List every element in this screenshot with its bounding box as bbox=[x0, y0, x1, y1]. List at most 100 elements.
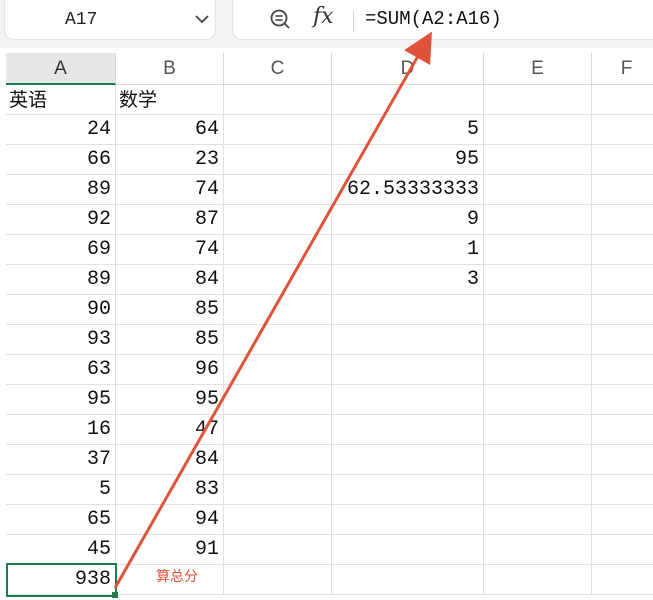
cell-f6[interactable] bbox=[592, 235, 653, 265]
cell-a15[interactable]: 65 bbox=[6, 505, 116, 535]
cell-c9[interactable] bbox=[224, 325, 332, 355]
cell-a3[interactable]: 66 bbox=[6, 145, 116, 175]
cell-a9[interactable]: 93 bbox=[6, 325, 116, 355]
cell-b7[interactable]: 84 bbox=[116, 265, 224, 295]
cell-f11[interactable] bbox=[592, 385, 653, 415]
cell-b3[interactable]: 23 bbox=[116, 145, 224, 175]
cell-e14[interactable] bbox=[484, 475, 592, 505]
cell-a11[interactable]: 95 bbox=[6, 385, 116, 415]
cell-c1[interactable] bbox=[224, 85, 332, 115]
cell-b4[interactable]: 74 bbox=[116, 175, 224, 205]
cell-d2[interactable]: 5 bbox=[332, 115, 484, 145]
cell-d11[interactable] bbox=[332, 385, 484, 415]
cell-e6[interactable] bbox=[484, 235, 592, 265]
cell-c16[interactable] bbox=[224, 535, 332, 565]
cell-f3[interactable] bbox=[592, 145, 653, 175]
column-header-a[interactable]: A bbox=[6, 53, 116, 85]
cell-c5[interactable] bbox=[224, 205, 332, 235]
cell-d16[interactable] bbox=[332, 535, 484, 565]
cell-d4[interactable]: 62.53333333 bbox=[332, 175, 484, 205]
spreadsheet-grid[interactable]: A B C D E F 英语 数学 24 64 5 66 23 95 89 74 62.53333333 92 87… bbox=[0, 48, 653, 600]
cell-c14[interactable] bbox=[224, 475, 332, 505]
cell-b14[interactable]: 83 bbox=[116, 475, 224, 505]
cell-c10[interactable] bbox=[224, 355, 332, 385]
zoom-icon[interactable] bbox=[269, 8, 291, 30]
cell-d7[interactable]: 3 bbox=[332, 265, 484, 295]
cell-b9[interactable]: 85 bbox=[116, 325, 224, 355]
cell-f2[interactable] bbox=[592, 115, 653, 145]
cell-f15[interactable] bbox=[592, 505, 653, 535]
cell-b6[interactable]: 74 bbox=[116, 235, 224, 265]
cell-c13[interactable] bbox=[224, 445, 332, 475]
cell-c8[interactable] bbox=[224, 295, 332, 325]
cell-c3[interactable] bbox=[224, 145, 332, 175]
cell-b13[interactable]: 84 bbox=[116, 445, 224, 475]
cell-a4[interactable]: 89 bbox=[6, 175, 116, 205]
column-header-f[interactable]: F bbox=[592, 53, 653, 85]
cell-e10[interactable] bbox=[484, 355, 592, 385]
cell-d6[interactable]: 1 bbox=[332, 235, 484, 265]
cell-e5[interactable] bbox=[484, 205, 592, 235]
column-header-c[interactable]: C bbox=[224, 53, 332, 85]
cell-b12[interactable]: 47 bbox=[116, 415, 224, 445]
cell-a5[interactable]: 92 bbox=[6, 205, 116, 235]
cell-c7[interactable] bbox=[224, 265, 332, 295]
formula-input[interactable]: =SUM(A2:A16) bbox=[365, 8, 502, 30]
cell-d8[interactable] bbox=[332, 295, 484, 325]
cell-d1[interactable] bbox=[332, 85, 484, 115]
cell-a16[interactable]: 45 bbox=[6, 535, 116, 565]
cell-c12[interactable] bbox=[224, 415, 332, 445]
cell-d3[interactable]: 95 bbox=[332, 145, 484, 175]
cell-f14[interactable] bbox=[592, 475, 653, 505]
cell-f8[interactable] bbox=[592, 295, 653, 325]
name-box[interactable]: A17 bbox=[4, 0, 216, 40]
cell-a14[interactable]: 5 bbox=[6, 475, 116, 505]
cell-d14[interactable] bbox=[332, 475, 484, 505]
cell-b5[interactable]: 87 bbox=[116, 205, 224, 235]
cell-b11[interactable]: 95 bbox=[116, 385, 224, 415]
column-header-d[interactable]: D bbox=[332, 53, 484, 85]
column-header-b[interactable]: B bbox=[116, 53, 224, 85]
cell-b10[interactable]: 96 bbox=[116, 355, 224, 385]
cell-a8[interactable]: 90 bbox=[6, 295, 116, 325]
cell-e8[interactable] bbox=[484, 295, 592, 325]
cell-d9[interactable] bbox=[332, 325, 484, 355]
cell-b2[interactable]: 64 bbox=[116, 115, 224, 145]
cell-e13[interactable] bbox=[484, 445, 592, 475]
formula-box[interactable]: fx =SUM(A2:A16) bbox=[232, 0, 653, 40]
cell-e3[interactable] bbox=[484, 145, 592, 175]
column-header-e[interactable]: E bbox=[484, 53, 592, 85]
cell-b8[interactable]: 85 bbox=[116, 295, 224, 325]
cell-e4[interactable] bbox=[484, 175, 592, 205]
cell-e9[interactable] bbox=[484, 325, 592, 355]
cell-e17[interactable] bbox=[484, 565, 592, 595]
cell-d13[interactable] bbox=[332, 445, 484, 475]
cell-f13[interactable] bbox=[592, 445, 653, 475]
cell-a6[interactable]: 69 bbox=[6, 235, 116, 265]
cell-b1[interactable]: 数学 bbox=[116, 85, 224, 115]
cell-e12[interactable] bbox=[484, 415, 592, 445]
chevron-down-icon[interactable] bbox=[195, 14, 209, 24]
cell-f5[interactable] bbox=[592, 205, 653, 235]
cell-e7[interactable] bbox=[484, 265, 592, 295]
cell-c2[interactable] bbox=[224, 115, 332, 145]
cell-a7[interactable]: 89 bbox=[6, 265, 116, 295]
cell-e11[interactable] bbox=[484, 385, 592, 415]
cell-f7[interactable] bbox=[592, 265, 653, 295]
cell-c17[interactable] bbox=[224, 565, 332, 595]
cell-b16[interactable]: 91 bbox=[116, 535, 224, 565]
cell-f4[interactable] bbox=[592, 175, 653, 205]
cell-d15[interactable] bbox=[332, 505, 484, 535]
cell-d12[interactable] bbox=[332, 415, 484, 445]
cell-b15[interactable]: 94 bbox=[116, 505, 224, 535]
cell-e16[interactable] bbox=[484, 535, 592, 565]
cell-f1[interactable] bbox=[592, 85, 653, 115]
cell-d5[interactable]: 9 bbox=[332, 205, 484, 235]
cell-c6[interactable] bbox=[224, 235, 332, 265]
cell-c15[interactable] bbox=[224, 505, 332, 535]
cell-a2[interactable]: 24 bbox=[6, 115, 116, 145]
fill-handle[interactable] bbox=[112, 592, 118, 598]
cell-d10[interactable] bbox=[332, 355, 484, 385]
cell-a13[interactable]: 37 bbox=[6, 445, 116, 475]
cell-f10[interactable] bbox=[592, 355, 653, 385]
